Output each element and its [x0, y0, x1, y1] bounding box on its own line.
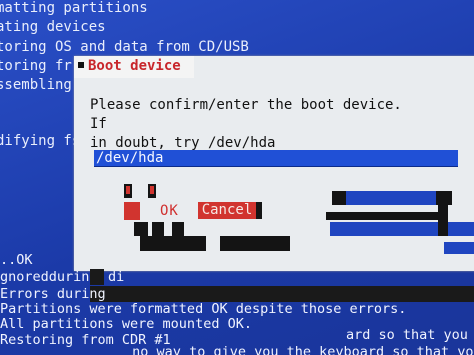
bg-line-restoring-os: toring OS and data from CD/USB — [0, 39, 249, 55]
artifact-block — [126, 186, 130, 194]
bg-line-reassembling: ssembling — [0, 77, 72, 93]
boot-device-dialog: Boot device Please confirm/enter the boo… — [74, 56, 474, 271]
term-highlight — [90, 269, 104, 285]
artifact-block — [220, 236, 290, 251]
title-marker-icon — [78, 62, 84, 68]
cancel-button-shadow — [256, 202, 262, 219]
artifact-block — [172, 222, 184, 236]
dialog-prompt: Please confirm/enter the boot device. If… — [90, 97, 402, 151]
artifact-block — [326, 212, 446, 220]
artifact-block — [124, 202, 140, 220]
artifact-block — [438, 191, 448, 236]
bg-line-formatting: matting partitions — [0, 0, 148, 16]
cancel-button[interactable]: Cancel — [198, 202, 256, 219]
bg-line-restoring-fr: toring fr — [0, 58, 72, 74]
term-line-ignored: gnoredduring — [0, 269, 98, 285]
dialog-title: Boot device — [88, 58, 181, 74]
ok-button[interactable]: OK — [160, 203, 179, 219]
artifact-block — [444, 242, 474, 254]
artifact-block — [134, 222, 148, 236]
artifact-block — [346, 191, 436, 205]
term-line-bottom: no way to give you the keyboard so that … — [0, 344, 474, 355]
term-line-errors: Errors during — [0, 286, 106, 302]
terminal-screen: matting partitions ating devices toring … — [0, 0, 474, 355]
term-line-ok: ..OK — [0, 252, 33, 268]
term-line-ignored-tail: di — [108, 269, 125, 285]
term-line-mounted: All partitions were mounted OK. — [0, 316, 252, 332]
artifact-block — [152, 222, 164, 236]
boot-device-input[interactable]: /dev/hda — [94, 150, 458, 167]
bg-line-modifying: difying fs — [0, 133, 81, 149]
artifact-block — [140, 236, 206, 251]
dialog-title-bar: Boot device — [74, 56, 194, 78]
artifact-block — [150, 186, 154, 194]
artifact-block — [330, 222, 474, 236]
term-highlight-bar — [90, 286, 474, 302]
bg-line-detecting: ating devices — [0, 19, 106, 35]
term-line-right: ard so that you edi — [346, 327, 468, 343]
term-line-formatted: Partitions were formatted OK despite tho… — [0, 301, 407, 317]
